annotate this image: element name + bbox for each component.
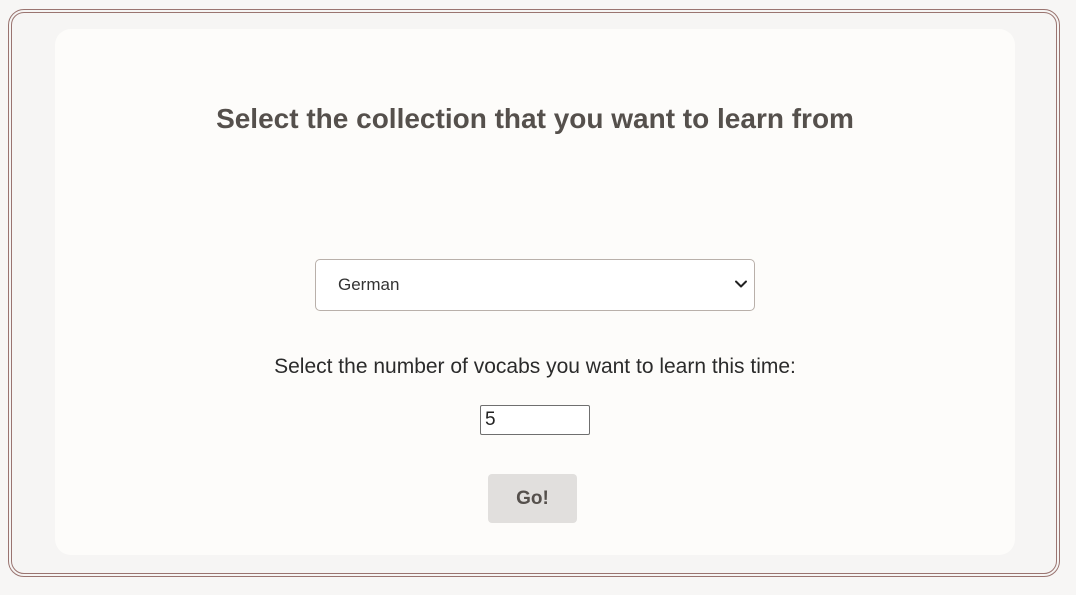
- vocab-count-input[interactable]: [480, 405, 590, 435]
- go-button[interactable]: Go!: [488, 474, 577, 523]
- vocab-count-label: Select the number of vocabs you want to …: [274, 355, 796, 378]
- collection-select[interactable]: German: [315, 259, 755, 311]
- chevron-down-icon: [735, 280, 747, 288]
- collection-select-value: German: [338, 275, 400, 294]
- collection-card: Select the collection that you want to l…: [55, 29, 1015, 555]
- page-title: Select the collection that you want to l…: [216, 103, 854, 134]
